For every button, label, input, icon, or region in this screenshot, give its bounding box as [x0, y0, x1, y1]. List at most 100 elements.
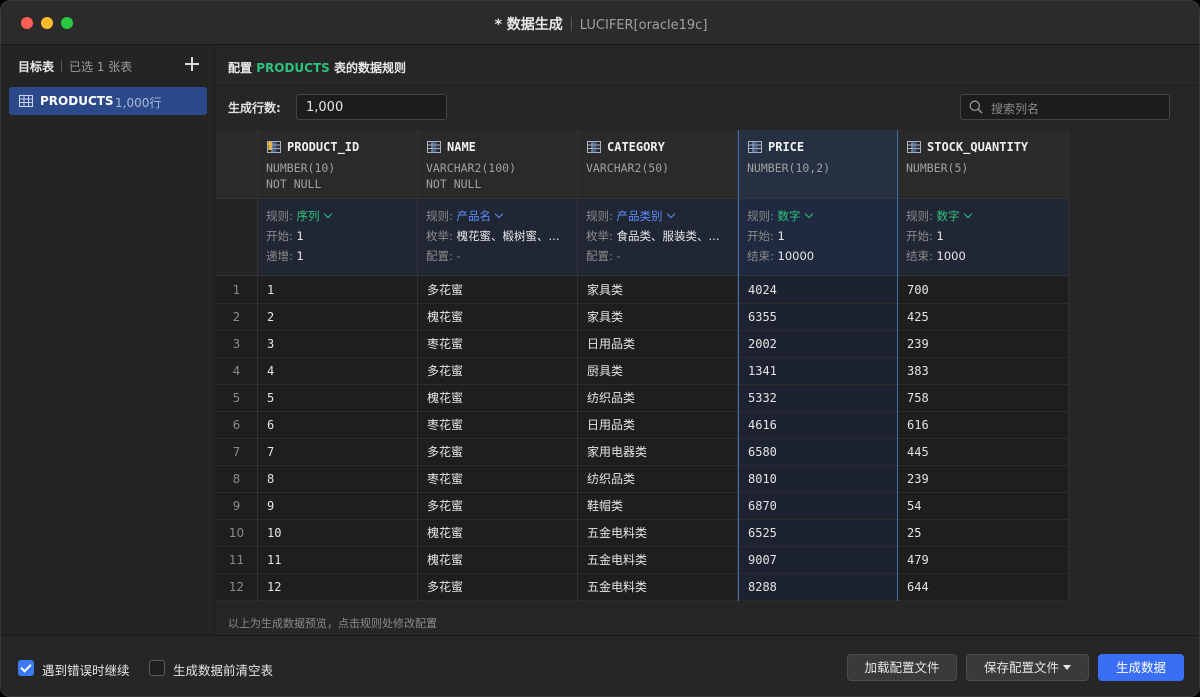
rule-config-panel: 配置 PRODUCTS 表的数据规则 生成行数: 搜索列名 1234567891…: [216, 45, 1199, 635]
column-product-id: PRODUCT_ID NUMBER(10) NOT NULL 规则: 序列 开始: 1递…: [258, 130, 418, 601]
table-cell: 日用品类: [578, 331, 737, 358]
table-cell: 758: [898, 385, 1068, 412]
preview-footnote: 以上为生成数据预览，点击规则处修改配置: [228, 617, 437, 630]
rule-line: 结束: 10000: [747, 248, 814, 264]
table-cell: 厨具类: [578, 358, 737, 385]
column-category: CATEGORY VARCHAR2(50) 规则: 产品类别 枚举: 食品类、服装类、…: [578, 130, 738, 601]
table-cell: 12: [258, 574, 417, 601]
column-header[interactable]: PRICE NUMBER(10,2): [739, 130, 897, 199]
rule-line-label: 结束:: [906, 249, 933, 263]
row-number: 5: [216, 385, 257, 412]
column-icon: [427, 141, 441, 156]
table-cell: 家用电器类: [578, 439, 737, 466]
row-number: 6: [216, 412, 257, 439]
generate-data-button[interactable]: 生成数据: [1098, 654, 1184, 681]
primary-key-column-icon: [267, 141, 281, 156]
table-cell: 槐花蜜: [418, 304, 577, 331]
column-rule-config[interactable]: 规则: 数字 开始: 1 结束: 10000: [739, 199, 897, 276]
rule-line-label: 规则:: [426, 209, 453, 223]
column-header-name: PRODUCT_ID: [287, 140, 360, 154]
column-data-type: NUMBER(5): [906, 161, 969, 175]
rule-line-value: -: [616, 249, 621, 263]
config-title-suffix: 表的数据规则: [333, 61, 406, 75]
column-cells: 4024 6355 2002 1341 5332 4616 6580 8010 6870 6525…: [739, 277, 897, 601]
table-cell: 五金电料类: [578, 547, 737, 574]
table-cell: 4616: [739, 412, 897, 439]
table-icon: [19, 95, 33, 110]
column-rule-config[interactable]: 规则: 序列 开始: 1 递增: 1: [258, 199, 417, 276]
truncate-before-generate-checkbox[interactable]: [149, 660, 165, 676]
connection-name: LUCIFER[oracle19c]: [579, 18, 708, 33]
rule-line: 枚举: 槐花蜜、椴树蜜、...: [426, 228, 560, 244]
row-number-column: 1 2 3 4 5 6 7 8 9 10 11 12: [216, 130, 258, 601]
window-title-text: * 数据生成: [494, 17, 563, 33]
rule-line-label: 配置:: [586, 249, 613, 263]
rule-line-label: 结束:: [747, 249, 774, 263]
column-data-type: VARCHAR2(50): [586, 161, 670, 175]
rule-line-value: 槐花蜜、椴树蜜、...: [456, 229, 560, 243]
column-search-input[interactable]: 搜索列名: [960, 94, 1170, 120]
rule-line-value: 1: [296, 249, 304, 263]
save-config-button[interactable]: 保存配置文件: [966, 654, 1089, 681]
table-cell: 25: [898, 520, 1068, 547]
row-number: 4: [216, 358, 257, 385]
table-cell: 11: [258, 547, 417, 574]
rule-line: 枚举: 食品类、服装类、...: [586, 228, 720, 244]
rule-line-value: 1000: [936, 249, 966, 263]
header-divider: [216, 85, 1199, 86]
chevron-down-icon[interactable]: [666, 209, 675, 219]
row-number-rule-spacer: [216, 199, 257, 276]
row-count-input[interactable]: [296, 94, 447, 120]
table-cell: 五金电料类: [578, 574, 737, 601]
table-cell: 家具类: [578, 304, 737, 331]
table-cell: 9007: [739, 547, 897, 574]
column-constraint: NOT NULL: [426, 177, 482, 191]
chevron-down-icon[interactable]: [323, 209, 332, 219]
column-cells: 多花蜜 槐花蜜 枣花蜜 多花蜜 槐花蜜 枣花蜜 多花蜜 枣花蜜 多花蜜 槐花蜜 槐花蜜 多花蜜: [418, 277, 577, 601]
data-generation-window: * 数据生成 LUCIFER[oracle19c] 目标表 已选 1 张表 PROD…: [0, 0, 1200, 697]
table-cell: 7: [258, 439, 417, 466]
rule-line-label: 规则:: [747, 209, 774, 223]
column-header[interactable]: PRODUCT_ID NUMBER(10) NOT NULL: [258, 130, 417, 199]
sidebar-item-products[interactable]: PRODUCTS 1,000行: [9, 87, 207, 115]
column-rule-config[interactable]: 规则: 产品名 枚举: 槐花蜜、椴树蜜、... 配置: -: [418, 199, 577, 276]
rule-line: 递增: 1: [266, 248, 304, 264]
rule-line: 开始: 1: [266, 228, 304, 244]
load-config-button[interactable]: 加载配置文件: [847, 654, 957, 681]
column-rule-config[interactable]: 规则: 产品类别 枚举: 食品类、服装类、... 配置: -: [578, 199, 737, 276]
truncate-before-generate-label[interactable]: 生成数据前清空表: [173, 660, 273, 679]
rule-line-value: 食品类、服装类、...: [616, 229, 720, 243]
table-cell: 3: [258, 331, 417, 358]
column-header[interactable]: NAME VARCHAR2(100) NOT NULL: [418, 130, 577, 199]
window-title: * 数据生成 LUCIFER[oracle19c]: [1, 14, 1199, 34]
rule-type-dropdown[interactable]: 产品类别: [617, 209, 663, 223]
bottom-bar: 遇到错误时继续 生成数据前清空表 加载配置文件 保存配置文件 生成数据: [1, 635, 1199, 696]
column-header[interactable]: STOCK_QUANTITY NUMBER(5): [898, 130, 1068, 199]
column-icon: [748, 141, 762, 156]
table-cell: 枣花蜜: [418, 466, 577, 493]
table-cell: 9: [258, 493, 417, 520]
selected-table-count: 已选 1 张表: [69, 60, 133, 74]
row-number: 8: [216, 466, 257, 493]
continue-on-error-checkbox[interactable]: [18, 660, 34, 676]
table-cell: 纺织品类: [578, 466, 737, 493]
table-cell: 700: [898, 277, 1068, 304]
continue-on-error-label[interactable]: 遇到错误时继续: [42, 660, 130, 679]
table-cell: 2002: [739, 331, 897, 358]
rule-line-value: 1: [936, 229, 944, 243]
column-data-type: NUMBER(10): [266, 161, 336, 175]
column-rule-config[interactable]: 规则: 数字 开始: 1 结束: 1000: [898, 199, 1068, 276]
rule-line-label: 配置:: [426, 249, 453, 263]
chevron-down-icon[interactable]: [494, 209, 504, 219]
table-cell: 10: [258, 520, 417, 547]
table-cell: 4024: [739, 277, 897, 304]
column-header[interactable]: CATEGORY VARCHAR2(50): [578, 130, 737, 199]
chevron-down-icon[interactable]: [804, 209, 813, 219]
column-icon: [587, 141, 601, 156]
rule-type-dropdown[interactable]: 数字: [937, 209, 960, 223]
rule-type-dropdown[interactable]: 产品名: [457, 209, 492, 223]
chevron-down-icon[interactable]: [963, 209, 972, 219]
rule-type-dropdown[interactable]: 数字: [778, 209, 801, 223]
rule-type-dropdown[interactable]: 序列: [297, 209, 320, 223]
add-table-icon[interactable]: [182, 54, 202, 74]
